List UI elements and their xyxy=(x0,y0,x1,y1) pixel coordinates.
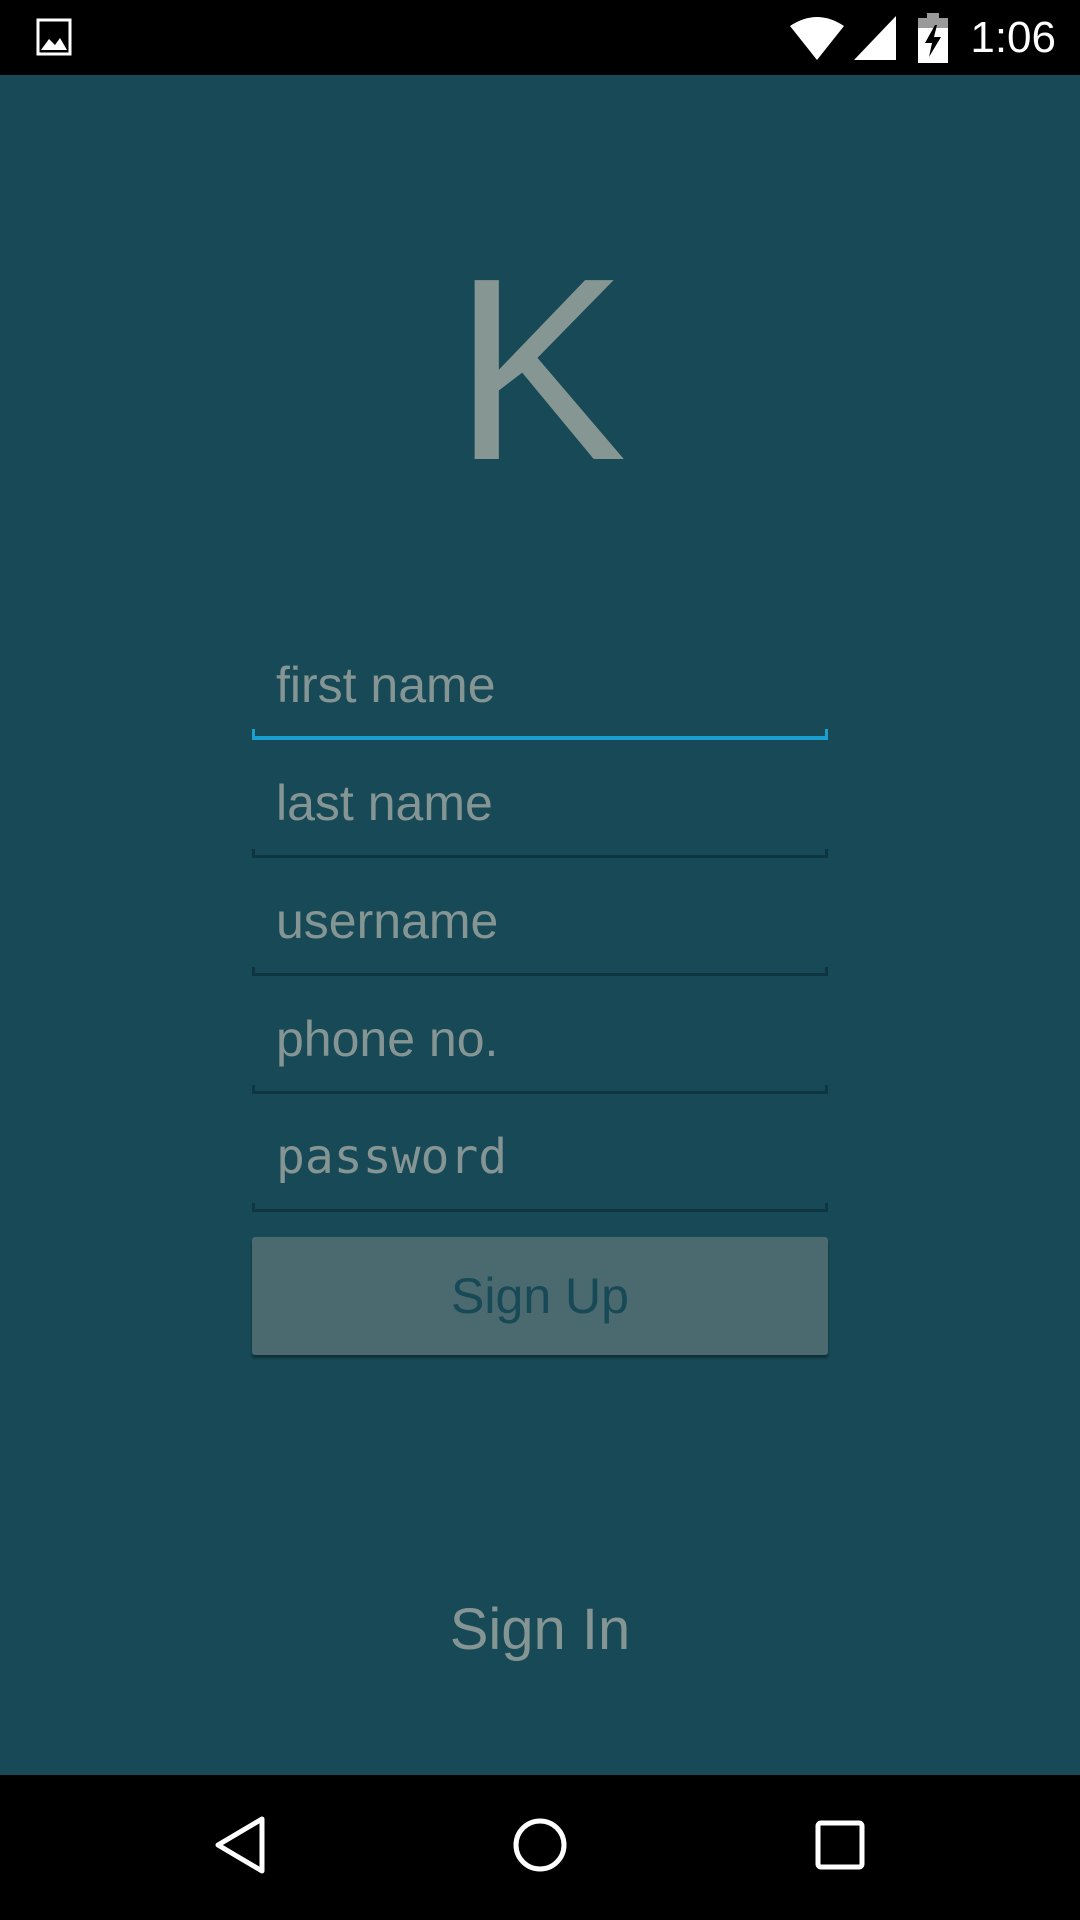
phone-field-wrapper xyxy=(252,994,828,1094)
gallery-icon xyxy=(36,18,72,56)
last-name-input[interactable] xyxy=(252,758,828,848)
sign-in-link[interactable]: Sign In xyxy=(0,1595,1080,1665)
back-button[interactable] xyxy=(150,1775,330,1920)
username-underline xyxy=(252,964,828,976)
app-logo: K xyxy=(453,225,627,515)
wifi-icon xyxy=(790,16,845,60)
first-name-field-wrapper xyxy=(252,640,828,740)
signup-screen: K first name last name username phone no… xyxy=(0,75,1080,1775)
cell-signal-icon xyxy=(854,15,897,60)
recents-button[interactable] xyxy=(750,1775,930,1920)
password-input[interactable] xyxy=(252,1112,828,1202)
password-underline xyxy=(252,1200,828,1212)
phone-input[interactable] xyxy=(252,994,828,1084)
username-input[interactable] xyxy=(252,876,828,966)
status-indicators: 1:06 xyxy=(790,0,1056,75)
screen: 1:06 K first name last name username pho… xyxy=(0,0,1080,1920)
last-name-field-wrapper xyxy=(252,758,828,858)
first-name-input[interactable] xyxy=(252,640,828,730)
password-field-wrapper xyxy=(252,1112,828,1212)
status-bar: 1:06 xyxy=(0,0,1080,75)
back-icon xyxy=(212,1815,268,1880)
username-field-wrapper xyxy=(252,876,828,976)
phone-underline xyxy=(252,1082,828,1094)
first-name-underline xyxy=(252,728,828,740)
status-time: 1:06 xyxy=(970,13,1056,62)
navigation-bar xyxy=(0,1775,1080,1920)
home-button[interactable] xyxy=(450,1775,630,1920)
last-name-underline xyxy=(252,846,828,858)
recents-icon xyxy=(814,1819,866,1876)
home-icon xyxy=(511,1816,569,1879)
battery-charging-icon xyxy=(918,12,949,63)
sign-up-button[interactable]: Sign Up xyxy=(252,1237,828,1355)
